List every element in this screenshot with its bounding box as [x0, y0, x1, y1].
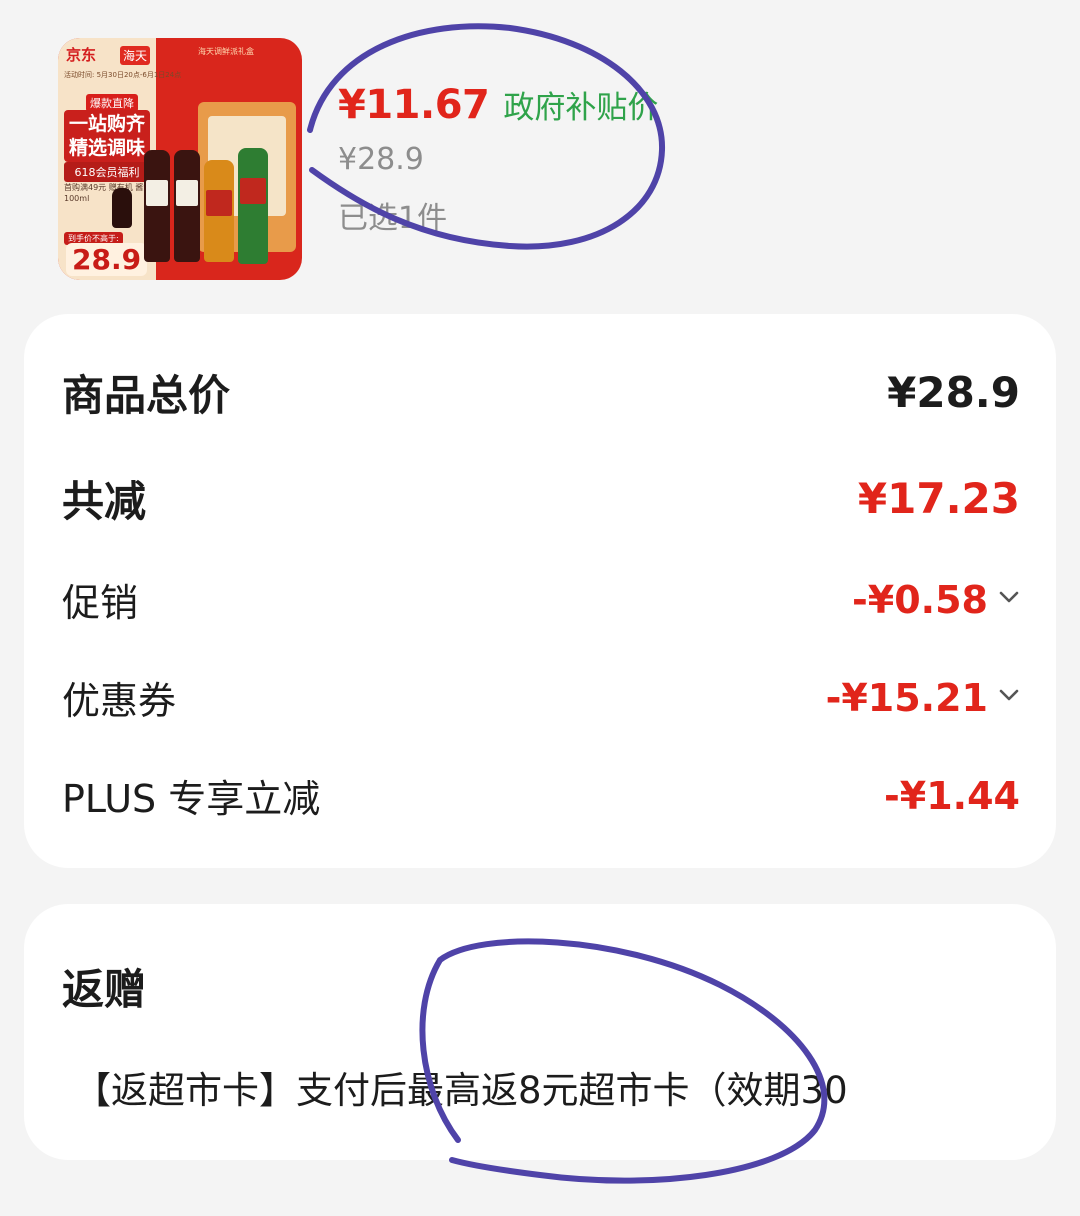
- rebate-title: 返赠: [62, 965, 147, 1014]
- subsidy-label: 政府补贴价: [503, 90, 659, 126]
- total-price-row: 商品总价 ¥28.9: [62, 362, 1020, 423]
- plus-discount-label: PLUS 专享立减: [62, 777, 321, 821]
- promotion-label: 促销: [62, 581, 139, 625]
- total-reduction-value: ¥17.23: [857, 474, 1020, 523]
- sale-price: ¥11.67: [338, 82, 490, 128]
- sale-price-row: ¥11.67 政府补贴价: [338, 82, 658, 136]
- chevron-down-icon[interactable]: [998, 586, 1020, 608]
- product-thumbnail[interactable]: 京东 海天 活动时间: 5月30日20点-6月1日24点 爆款直降 一站购齐 精…: [58, 38, 302, 280]
- sauce-bottle-graphic: [238, 148, 268, 264]
- thumbnail-brand: 京东: [66, 46, 97, 64]
- total-reduction-row: 共减 ¥17.23: [62, 468, 1020, 529]
- thumbnail-small-print: 首购满49元 赠有机 酱油100ml: [64, 183, 152, 203]
- selected-count: 已选1件: [338, 201, 448, 236]
- plus-discount-value: -¥1.44: [884, 773, 1020, 818]
- chevron-down-icon[interactable]: [998, 684, 1020, 706]
- total-price-value: ¥28.9: [887, 368, 1020, 417]
- thumbnail-brand-tag: 海天: [120, 46, 151, 65]
- product-header: 京东 海天 活动时间: 5月30日20点-6月1日24点 爆款直降 一站购齐 精…: [58, 38, 1038, 283]
- rebate-description[interactable]: 【返超市卡】支付后最高返8元超市卡（效期30: [74, 1060, 1034, 1114]
- price-summary-card: 商品总价 ¥28.9 共减 ¥17.23 促销 -¥0.58 优惠券 -¥15.…: [24, 314, 1056, 868]
- thumbnail-dates: 活动时间: 5月30日20点-6月1日24点: [64, 71, 182, 79]
- thumbnail-gift-title: 海天调鲜派礼盒: [198, 47, 254, 56]
- thumbnail-slogan: 一站购齐 精选调味: [64, 110, 150, 162]
- promotion-value-group[interactable]: -¥0.58: [852, 578, 1020, 622]
- soy-sauce-bottle-graphic: [174, 150, 200, 262]
- promotion-row[interactable]: 促销 -¥0.58: [62, 572, 1020, 627]
- coupon-label: 优惠券: [62, 679, 177, 723]
- total-price-label: 商品总价: [62, 371, 231, 420]
- oil-bottle-graphic: [204, 160, 234, 262]
- thumbnail-price: 28.9: [66, 243, 148, 276]
- coupon-value: -¥15.21: [825, 675, 988, 720]
- original-price: ¥28.9: [338, 142, 424, 177]
- coupon-row[interactable]: 优惠券 -¥15.21: [62, 670, 1020, 725]
- soy-sauce-bottle-graphic: [144, 150, 170, 262]
- plus-discount-row: PLUS 专享立减 -¥1.44: [62, 768, 1020, 823]
- promotion-value: -¥0.58: [852, 577, 988, 622]
- total-reduction-label: 共减: [62, 477, 147, 526]
- rebate-card: 返赠 【返超市卡】支付后最高返8元超市卡（效期30: [24, 904, 1056, 1160]
- product-price-info: ¥11.67 政府补贴价 ¥28.9 已选1件: [338, 82, 658, 237]
- coupon-value-group[interactable]: -¥15.21: [826, 676, 1020, 720]
- thumbnail-member-benefit: 618会员福利: [64, 162, 150, 182]
- small-bottle-graphic: [112, 188, 132, 228]
